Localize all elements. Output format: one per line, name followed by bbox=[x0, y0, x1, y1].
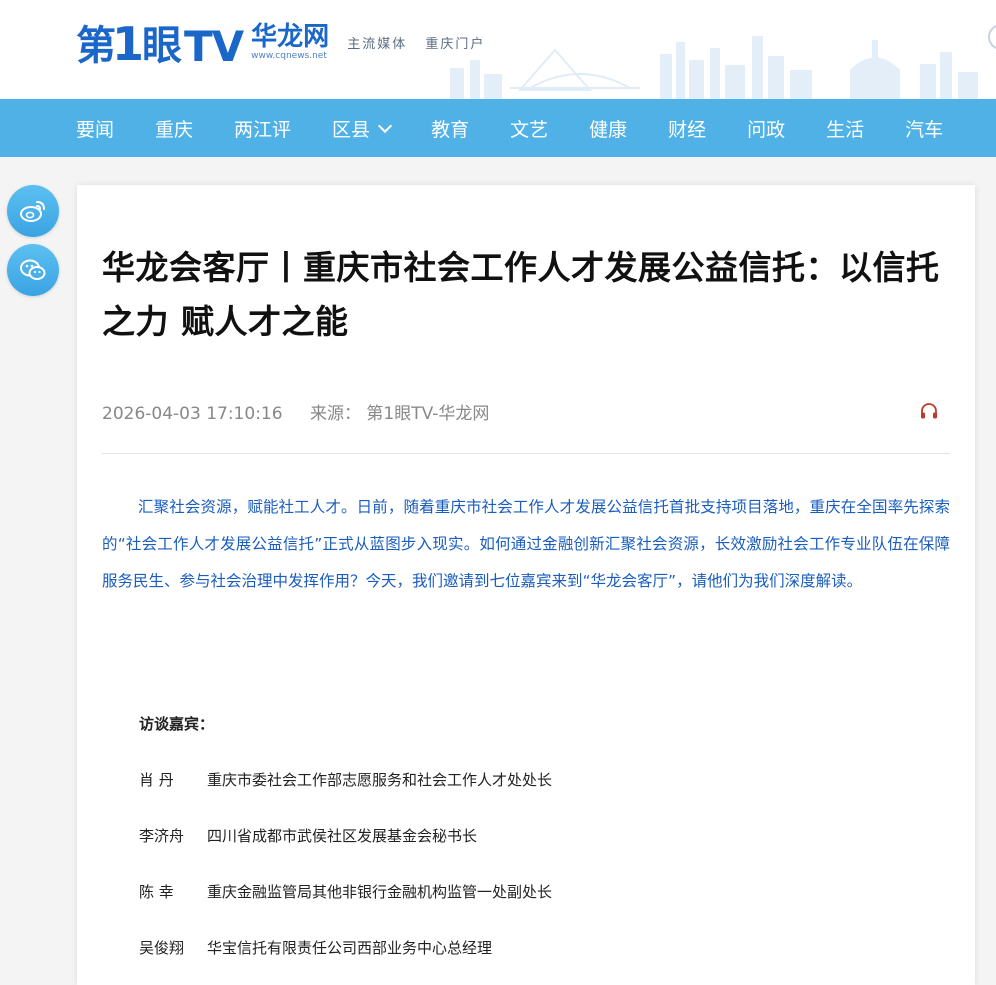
share-weibo-button[interactable] bbox=[7, 185, 59, 237]
guest-row: 吴俊翔 华宝信托有限责任公司西部业务中心总经理 bbox=[139, 937, 492, 958]
guest-title: 四川省成都市武侯社区发展基金会秘书长 bbox=[207, 827, 478, 845]
guest-row: 陈 幸 重庆金融监管局其他非银行金融机构监管一处副处长 bbox=[139, 881, 552, 902]
guest-title: 重庆金融监管局其他非银行金融机构监管一处副处长 bbox=[207, 883, 553, 901]
nav-item-chongqing[interactable]: 重庆 bbox=[155, 115, 193, 142]
guest-name: 陈 幸 bbox=[139, 883, 174, 901]
nav-item-inquiry[interactable]: 问政 bbox=[747, 115, 785, 142]
guest-row: 肖 丹 重庆市委社会工作部志愿服务和社会工作人才处处长 bbox=[139, 769, 552, 790]
logo-char-one: 1 bbox=[112, 17, 145, 71]
guest-title: 华宝信托有限责任公司西部业务中心总经理 bbox=[207, 939, 493, 957]
site-logo[interactable]: 第 1 眼 TV 华龙网 www.cqnews.net 主流媒体 重庆门户 bbox=[76, 13, 497, 71]
slogan-right: 重庆门户 bbox=[425, 36, 486, 52]
nav-item-headlines[interactable]: 要闻 bbox=[76, 115, 114, 142]
main-nav: 要闻 重庆 两江评 区县 教育 文艺 健康 财经 问政 生活 汽车 bbox=[0, 99, 996, 157]
logo-char-di: 第 bbox=[76, 23, 116, 69]
slogan-left: 主流媒体 bbox=[347, 36, 408, 52]
nav-item-districts[interactable]: 区县 bbox=[332, 115, 393, 142]
nav-label: 问政 bbox=[747, 118, 786, 141]
nav-label: 两江评 bbox=[234, 118, 292, 141]
nav-label: 文艺 bbox=[510, 118, 549, 141]
nav-label: 生活 bbox=[826, 118, 865, 141]
logo-wordmark: 第 1 眼 TV bbox=[76, 13, 244, 71]
logo-site-name: 华龙网 bbox=[251, 22, 330, 52]
article-title: 华龙会客厅丨重庆市社会工作人才发展公益信托：以信托之力 赋人才之能 bbox=[102, 248, 940, 341]
nav-label: 财经 bbox=[668, 118, 707, 141]
site-header: 第 1 眼 TV 华龙网 www.cqnews.net 主流媒体 重庆门户 bbox=[0, 0, 996, 99]
site-slogan: 主流媒体 重庆门户 bbox=[347, 33, 497, 52]
logo-char-yan: 眼 bbox=[142, 23, 183, 69]
nav-list: 要闻 重庆 两江评 区县 教育 文艺 健康 财经 问政 生活 汽车 bbox=[76, 99, 984, 157]
logo-tv: TV bbox=[184, 22, 244, 71]
nav-item-arts[interactable]: 文艺 bbox=[510, 115, 548, 142]
guests-heading: 访谈嘉宾： bbox=[139, 715, 215, 733]
nav-item-life[interactable]: 生活 bbox=[826, 115, 864, 142]
logo-site: 华龙网 www.cqnews.net bbox=[251, 23, 329, 61]
headphones-icon[interactable] bbox=[919, 401, 939, 421]
article-datetime: 2026-04-03 17:10:16 bbox=[102, 404, 283, 424]
guest-name: 吴俊翔 bbox=[139, 939, 185, 957]
nav-label: 教育 bbox=[431, 118, 470, 141]
article-lead: 汇聚社会资源，赋能社工人才。日前，随着重庆市社会工作人才发展公益信托首批支持项目… bbox=[102, 498, 950, 590]
nav-item-health[interactable]: 健康 bbox=[589, 115, 627, 142]
guest-title: 重庆市委社会工作部志愿服务和社会工作人才处处长 bbox=[207, 771, 553, 789]
meta-divider bbox=[102, 453, 950, 454]
nav-item-liangjiang-commentary[interactable]: 两江评 bbox=[234, 115, 291, 142]
article-source: 第1眼TV-华龙网 bbox=[366, 404, 490, 424]
wechat-icon bbox=[20, 259, 46, 280]
share-wechat-button[interactable] bbox=[7, 244, 59, 296]
article-meta: 2026-04-03 17:10:16 来源： 第1眼TV-华龙网 bbox=[102, 399, 489, 424]
article-card: 华龙会客厅丨重庆市社会工作人才发展公益信托：以信托之力 赋人才之能 2026-0… bbox=[77, 185, 975, 985]
nav-label: 汽车 bbox=[905, 118, 944, 141]
guest-row: 李济舟 四川省成都市武侯社区发展基金会秘书长 bbox=[139, 825, 477, 846]
nav-item-finance[interactable]: 财经 bbox=[668, 115, 706, 142]
nav-label: 健康 bbox=[589, 118, 628, 141]
nav-item-auto[interactable]: 汽车 bbox=[905, 115, 943, 142]
logo-site-url: www.cqnews.net bbox=[251, 51, 327, 61]
weibo-icon bbox=[20, 201, 45, 222]
article-source-label: 来源： bbox=[309, 404, 361, 424]
nav-item-education[interactable]: 教育 bbox=[431, 115, 469, 142]
guest-name: 李济舟 bbox=[139, 827, 185, 845]
nav-label: 区县 bbox=[332, 118, 371, 141]
chevron-down-icon bbox=[377, 118, 393, 133]
guest-name: 肖 丹 bbox=[139, 771, 174, 789]
nav-label: 要闻 bbox=[76, 118, 115, 141]
nav-label: 重庆 bbox=[155, 118, 194, 141]
